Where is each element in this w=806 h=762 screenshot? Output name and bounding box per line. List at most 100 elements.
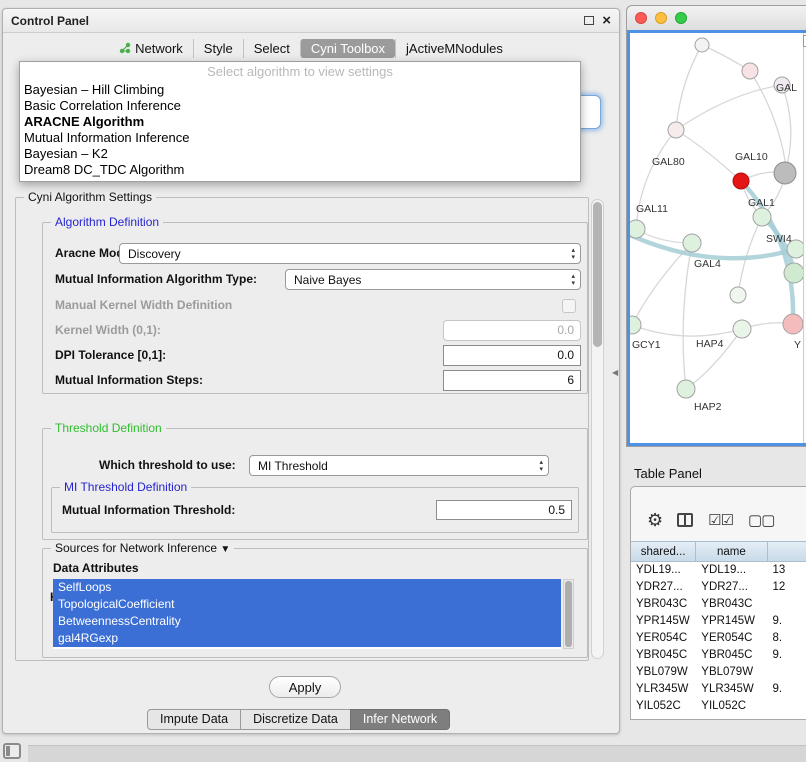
data-attributes-list[interactable]: SelfLoopsTopologicalCoefficientBetweenne… <box>53 579 561 649</box>
graph-node[interactable] <box>774 162 796 184</box>
column-header-1[interactable]: name <box>696 541 767 562</box>
tab-label: Style <box>204 41 233 56</box>
graph-node[interactable] <box>630 316 641 334</box>
aracne-mode-select[interactable]: Discovery ▴▾ <box>119 243 581 264</box>
threshold-definition-group: Threshold Definition Which threshold to … <box>42 428 588 540</box>
column-header-2[interactable] <box>768 541 806 562</box>
bottom-tab-discretize-data[interactable]: Discretize Data <box>240 709 351 730</box>
table-row[interactable]: YER054CYER054C8. <box>631 630 806 647</box>
table-cell: YDR27... <box>696 579 767 596</box>
algorithm-option-dream8-dc-tdc-algorithm[interactable]: Dream8 DC_TDC Algorithm <box>20 162 580 178</box>
columns-icon[interactable] <box>677 513 693 527</box>
mi-threshold-field[interactable]: 0.5 <box>436 500 572 520</box>
sources-group-title[interactable]: Sources for Network Inference ▼ <box>51 541 234 555</box>
tab-network[interactable]: Network <box>109 39 193 58</box>
graph-node-label: GAL4 <box>694 258 721 270</box>
bottom-tab-impute-data[interactable]: Impute Data <box>147 709 241 730</box>
algorithm-option-bayesian-hill-climbing[interactable]: Bayesian – Hill Climbing <box>20 82 580 98</box>
table-row[interactable]: YDR27...YDR27...12 <box>631 579 806 596</box>
tab-label: Cyni Toolbox <box>311 41 385 56</box>
zoom-traffic-light-icon[interactable] <box>675 12 687 24</box>
top-tabs: Network Style Select Cyni Toolbox jActiveMNo… <box>3 37 619 59</box>
which-threshold-select[interactable]: MI Threshold ▴▾ <box>249 455 549 476</box>
network-canvas[interactable]: GALGAL80GAL10GAL11GAL1SWI4GAL4GCY1HAP4YH… <box>627 30 806 446</box>
table-cell: 9. <box>768 613 806 630</box>
network-graph[interactable]: GALGAL80GAL10GAL11GAL1SWI4GAL4GCY1HAP4YH… <box>630 33 806 445</box>
table-cell <box>768 664 806 681</box>
apply-button[interactable]: Apply <box>269 676 341 698</box>
graph-node[interactable] <box>733 173 749 189</box>
table-row[interactable]: YPR145WYPR145W9. <box>631 613 806 630</box>
tab-select[interactable]: Select <box>243 39 300 58</box>
attribute-item-topologicalcoefficient[interactable]: TopologicalCoefficient <box>53 596 561 613</box>
graph-edge <box>676 130 741 181</box>
graph-node[interactable] <box>683 234 701 252</box>
control-panel-titlebar[interactable]: Control Panel × <box>3 9 619 33</box>
algorithm-option-bayesian-k2[interactable]: Bayesian – K2 <box>20 146 580 162</box>
attribute-item-selfloops[interactable]: SelfLoops <box>53 579 561 596</box>
mi-steps-label: Mutual Information Steps: <box>55 370 203 391</box>
attribute-item-gal4rgexp[interactable]: gal4RGexp <box>53 630 561 647</box>
table-row[interactable]: YBR045CYBR045C9. <box>631 647 806 664</box>
dpi-tolerance-field[interactable]: 0.0 <box>443 345 581 366</box>
bottom-tab-infer-network[interactable]: Infer Network <box>350 709 450 730</box>
table-cell: 12 <box>768 579 806 596</box>
table-row[interactable]: YBL079WYBL079W <box>631 664 806 681</box>
table-cell: YDR27... <box>631 579 696 596</box>
minimize-traffic-light-icon[interactable] <box>655 12 667 24</box>
algorithm-option-basic-correlation-inference[interactable]: Basic Correlation Inference <box>20 98 580 114</box>
network-window-titlebar[interactable] <box>627 6 806 30</box>
tab-jactivemnodules[interactable]: jActiveMNodules <box>395 39 513 58</box>
table-row[interactable]: YBR043CYBR043C <box>631 596 806 613</box>
algorithm-option-mutual-information-inference[interactable]: Mutual Information Inference <box>20 130 580 146</box>
gear-icon[interactable]: ⚙ <box>647 510 662 531</box>
table-cell: YIL052C <box>631 698 696 715</box>
control-panel-window: Control Panel × Network Style Select Cyni T… <box>2 8 620 734</box>
network-view-window: GALGAL80GAL10GAL11GAL1SWI4GAL4GCY1HAP4YH… <box>626 5 806 447</box>
deselect-all-icon[interactable]: ▢▢ <box>748 511 774 529</box>
graph-node[interactable] <box>733 320 751 338</box>
graph-node-label: GAL11 <box>636 203 668 215</box>
kernel-width-label: Kernel Width (0,1): <box>55 320 161 341</box>
table-cell: 9. <box>768 681 806 698</box>
graph-node[interactable] <box>630 220 645 238</box>
graph-node[interactable] <box>753 208 771 226</box>
algorithm-option-aracne-algorithm[interactable]: ARACNE Algorithm <box>20 114 580 130</box>
graph-node[interactable] <box>730 287 746 303</box>
manual-kernel-checkbox[interactable] <box>562 299 576 313</box>
close-traffic-light-icon[interactable] <box>635 12 647 24</box>
graph-node-label: HAP2 <box>694 401 722 413</box>
graph-node[interactable] <box>668 122 684 138</box>
graph-node[interactable] <box>784 263 804 283</box>
splitter-collapse-icon[interactable]: ◀ <box>612 368 618 377</box>
table-row[interactable]: YDL19...YDL19...13 <box>631 562 806 579</box>
tab-cyni-toolbox[interactable]: Cyni Toolbox <box>300 39 395 58</box>
mi-type-select[interactable]: Naive Bayes ▴▾ <box>285 269 581 290</box>
float-window-icon[interactable] <box>584 16 594 25</box>
select-all-icon[interactable]: ☑☑ <box>708 511 733 529</box>
tab-label: Select <box>254 41 290 56</box>
graph-node[interactable] <box>677 380 695 398</box>
graph-node[interactable] <box>695 38 709 52</box>
table-row[interactable]: YIL052CYIL052C <box>631 698 806 715</box>
settings-scrollbar[interactable] <box>591 199 604 659</box>
manual-kernel-label: Manual Kernel Width Definition <box>55 295 232 316</box>
which-threshold-value: MI Threshold <box>258 459 328 473</box>
close-window-icon[interactable]: × <box>602 14 611 28</box>
tab-label: jActiveMNodules <box>406 41 503 56</box>
column-header-0[interactable]: shared... <box>631 541 696 562</box>
panel-toggle-icon[interactable] <box>3 743 21 759</box>
settings-scrollbar-thumb[interactable] <box>593 202 602 347</box>
table-row[interactable]: YLR345WYLR345W9. <box>631 681 806 698</box>
which-threshold-label: Which threshold to use: <box>99 455 236 476</box>
attributes-scrollbar[interactable] <box>563 579 574 649</box>
graph-node-label: GAL1 <box>748 197 775 209</box>
tab-style[interactable]: Style <box>193 39 243 58</box>
table-cell: YBR045C <box>631 647 696 664</box>
table-cell: YLR345W <box>631 681 696 698</box>
graph-node[interactable] <box>783 314 803 334</box>
graph-node[interactable] <box>742 63 758 79</box>
attribute-item-betweennesscentrality[interactable]: BetweennessCentrality <box>53 613 561 630</box>
graph-edge <box>632 243 692 325</box>
mi-steps-field[interactable]: 6 <box>443 370 581 391</box>
